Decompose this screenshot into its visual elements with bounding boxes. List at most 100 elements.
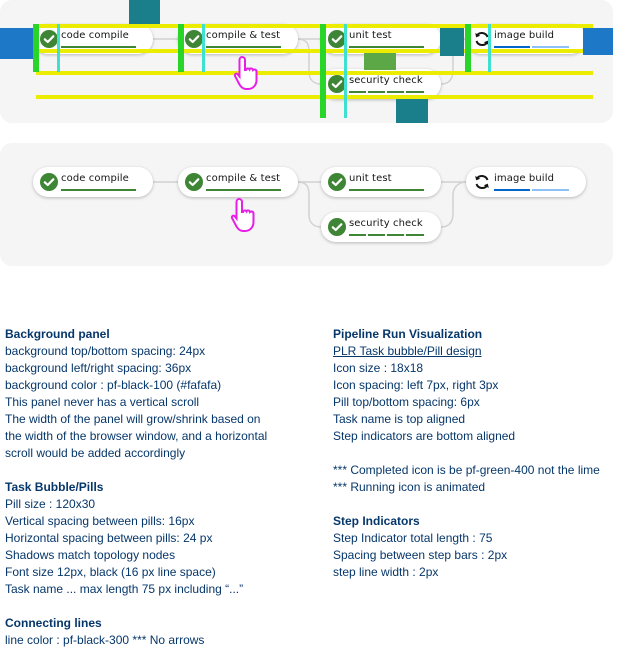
step-indicators (61, 189, 136, 191)
task-name: security check (349, 75, 423, 86)
spacing-guide-yellow (36, 49, 593, 53)
step-bar (494, 46, 530, 48)
spacing-guide-cyan (57, 24, 60, 72)
spacing-guide-cyan (202, 24, 205, 72)
spec-line (5, 462, 267, 479)
spec-line (333, 496, 600, 513)
spacing-guide-green (320, 24, 326, 118)
spacing-guide-yellow (36, 95, 593, 99)
sync-icon (475, 174, 489, 190)
spec-line: Pill size : 120x30 (5, 497, 96, 511)
spacing-block-teal (129, 0, 160, 24)
spacing-block-blue (0, 28, 33, 59)
step-bar (368, 91, 385, 93)
step-bar (349, 189, 424, 191)
step-bar (349, 91, 366, 93)
pill-compile-test[interactable]: compile & test (178, 167, 298, 197)
task-name: unit test (349, 30, 392, 41)
spec-heading: Background panel (5, 327, 110, 341)
step-bar (61, 46, 136, 48)
spec-line: background left/right spacing: 36px (5, 361, 192, 375)
spacing-block-teal (396, 99, 428, 123)
spec-line: Horizontal spacing between pills: 24 px (5, 531, 213, 545)
pill-image-build[interactable]: image build (466, 167, 586, 197)
spec-notes-right: Pipeline Run Visualization PLR Task bubbl… (333, 326, 600, 581)
check-circle-icon (328, 218, 346, 236)
check-circle-icon (185, 173, 203, 191)
spec-line: This panel never has a vertical scroll (5, 395, 200, 409)
step-indicators (206, 189, 281, 191)
step-bar (387, 234, 404, 236)
step-bar (61, 189, 136, 191)
spec-line: *** Running icon is animated (333, 480, 486, 494)
spec-line: scroll would be added accordingly (5, 446, 186, 460)
pill-security-check[interactable]: security check (321, 212, 441, 242)
spec-heading: Task Bubble/Pills (5, 480, 104, 494)
spec-line: Step indicators are bottom aligned (333, 429, 516, 443)
spec-line: background color : pf-black-100 (#fafafa… (5, 378, 222, 392)
spec-line (5, 598, 267, 615)
spacing-guide-green (465, 24, 471, 72)
step-bar (406, 91, 424, 93)
task-name: code compile (61, 30, 129, 41)
spec-line: Font size 12px, black (16 px line space) (5, 565, 216, 579)
spec-heading: Pipeline Run Visualization (333, 327, 483, 341)
spec-line: Icon size : 18x18 (333, 361, 424, 375)
spec-line: Step Indicator total length : 75 (333, 531, 493, 545)
step-bar (349, 46, 424, 48)
spec-heading: Step Indicators (333, 514, 420, 528)
spacing-guide-green (33, 24, 39, 72)
step-bar (406, 234, 424, 236)
step-bar (368, 234, 385, 236)
pointer-hand-icon (230, 197, 255, 232)
step-indicators (494, 189, 569, 191)
task-name: image build (494, 30, 555, 41)
step-bar (532, 46, 569, 48)
connecting-lines (150, 181, 467, 228)
step-bar (387, 91, 404, 93)
step-indicators (61, 46, 136, 48)
spacing-guide-yellow (36, 24, 593, 28)
pointer-hand-icon (233, 55, 258, 90)
task-name: unit test (349, 173, 392, 184)
step-indicators (349, 189, 424, 191)
task-name: image build (494, 173, 555, 184)
step-indicators (349, 46, 424, 48)
step-bar (206, 46, 281, 48)
check-circle-icon (40, 30, 58, 48)
spec-line: Icon spacing: left 7px, right 3px (333, 378, 499, 392)
spec-line: Spacing between step bars : 2px (333, 548, 508, 562)
step-bar (494, 189, 530, 191)
step-indicators (349, 91, 424, 93)
check-circle-icon (328, 173, 346, 191)
step-bar (532, 189, 569, 191)
step-bar (349, 234, 366, 236)
spec-line: Pill top/bottom spacing: 6px (333, 395, 480, 409)
spacing-guide-green (178, 24, 184, 72)
spec-line: The width of the panel will grow/shrink … (5, 412, 261, 426)
task-name: compile & test (206, 173, 281, 184)
task-name: compile & test (206, 30, 281, 41)
spacing-guide-cyan (488, 24, 491, 72)
spec-line: background top/bottom spacing: 24px (5, 344, 206, 358)
step-indicators (494, 46, 569, 48)
step-indicators (349, 234, 424, 236)
spec-line: line color : pf-black-300 *** No arrows (5, 633, 205, 647)
spec-line: Shadows match topology nodes (5, 548, 176, 562)
spec-line: Vertical spacing between pills: 16px (5, 514, 195, 528)
spacing-block-teal (440, 28, 464, 56)
spec-line: the width of the browser window, and a h… (5, 429, 268, 443)
pill-code-compile[interactable]: code compile (33, 167, 153, 197)
spec-notes-left: Background panel background top/bottom sp… (5, 326, 267, 649)
spec-line: step line width : 2px (333, 565, 439, 579)
task-name: code compile (61, 173, 129, 184)
spec-line: *** Completed icon is be pf-green-400 no… (333, 463, 600, 477)
task-name: security check (349, 218, 423, 229)
pill-unit-test[interactable]: unit test (321, 167, 441, 197)
step-bar (206, 189, 281, 191)
spacing-guide-yellow (36, 71, 593, 75)
check-circle-icon (185, 30, 203, 48)
check-circle-icon (40, 173, 58, 191)
spec-link[interactable]: PLR Task bubble/Pill design (333, 343, 600, 360)
step-indicators (206, 46, 281, 48)
